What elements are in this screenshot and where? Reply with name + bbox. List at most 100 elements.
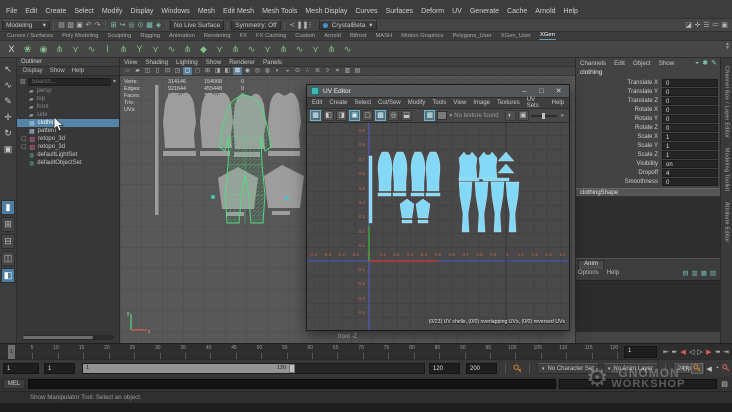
panel-toolbar-icon[interactable]: ▰ (133, 67, 142, 75)
filter-icon[interactable]: ▧ (20, 78, 26, 85)
attribute-label[interactable]: Rotate Z (576, 125, 662, 131)
gear-icon[interactable]: ✱ (702, 59, 708, 67)
search-input[interactable] (27, 77, 111, 86)
uv-toolbar-icon[interactable]: ▦ (310, 110, 321, 121)
uv-display-icon[interactable]: ◐ (504, 110, 516, 121)
horizontal-scrollbar[interactable] (22, 335, 114, 340)
panel-menu-item[interactable]: Show (206, 59, 221, 66)
menu-item[interactable]: Deform (421, 8, 444, 15)
playback-start-field[interactable]: 1 (44, 363, 75, 374)
shelf-tab[interactable]: Bifrost (349, 32, 367, 40)
loop-icon[interactable]: ⟳ (683, 365, 689, 373)
live-surface-field[interactable]: No Live Surface (170, 20, 225, 30)
outliner-item[interactable]: ☐ ▦ pattern (17, 127, 119, 135)
playback-button[interactable]: ▷ (696, 348, 704, 356)
texture-display-icon[interactable]: ▦ (424, 110, 436, 121)
shelf-tool-icon[interactable]: ⋎ (260, 42, 275, 57)
layer-editor-tab[interactable]: Anim (578, 260, 604, 269)
new-scene-icon[interactable]: ▤ (57, 21, 66, 29)
panel-toolbar-icon[interactable]: ◫ (143, 67, 152, 75)
range-end-handle[interactable] (289, 364, 295, 373)
uv-toolbar-icon[interactable]: ◨ (336, 110, 347, 121)
attribute-label[interactable]: Smoothness (576, 179, 662, 185)
panel-toolbar-icon[interactable]: ▢ (183, 67, 192, 75)
close-button[interactable]: ✕ (552, 87, 565, 95)
uv-menu-item[interactable]: View (453, 100, 466, 106)
shelf-tool-icon[interactable]: X (4, 42, 19, 57)
range-slider-track[interactable]: 1 120 (82, 363, 425, 374)
playback-button[interactable]: ◁ (688, 348, 696, 356)
snap-to-projected-center-icon[interactable]: ⊙ (136, 21, 145, 29)
shelf-tool-icon[interactable]: ∿ (244, 42, 259, 57)
shelf-tab[interactable]: Rendering (203, 32, 232, 40)
layer-menu-item[interactable]: Help (607, 270, 619, 276)
playback-button[interactable]: ⇥ (722, 348, 730, 356)
shelf-tab[interactable]: MASH (374, 32, 393, 40)
panel-toolbar-icon[interactable]: ∴ (303, 67, 312, 75)
shelf-tab[interactable]: Curves / Surfaces (6, 32, 54, 40)
panel-toolbar-icon[interactable]: ▤ (353, 67, 362, 75)
uv-menu-item[interactable]: Select (354, 100, 371, 106)
shelf-tool-icon[interactable]: ⋎ (148, 42, 163, 57)
attribute-value-field[interactable]: 1 (662, 141, 718, 150)
attribute-value-field[interactable]: 0 (662, 114, 718, 123)
shelf-tool-icon[interactable]: ∿ (164, 42, 179, 57)
attribute-label[interactable]: Scale Y (576, 143, 662, 149)
playback-button[interactable]: ↞ (671, 348, 679, 356)
shelf-scroll-arrows[interactable]: ▲ ▼ (725, 42, 730, 51)
scale-tool[interactable]: ▣ (1, 142, 15, 156)
outliner-item[interactable]: ☐ ◍ defaultObjectSet (17, 159, 119, 167)
shape-node-header[interactable]: clothingShape (576, 188, 720, 197)
menu-item[interactable]: Edit Mesh (223, 8, 254, 15)
split-pane-layout[interactable]: ⊟ (1, 234, 15, 249)
outliner-menu-item[interactable]: Help (72, 68, 84, 74)
outliner-item[interactable]: ☐ ◍ defaultLightSet (17, 151, 119, 159)
move-tool[interactable]: ✛ (1, 110, 15, 124)
attribute-value-field[interactable]: 0 (662, 105, 718, 114)
chevron-down-icon[interactable]: ▾ (449, 112, 452, 119)
shelf-tool-icon[interactable]: ⋔ (180, 42, 195, 57)
script-editor-icon[interactable]: ▤ (720, 380, 729, 389)
panel-toolbar-icon[interactable]: ◨ (213, 67, 222, 75)
attribute-label[interactable]: Scale X (576, 134, 662, 140)
menu-item[interactable]: Cache (507, 8, 527, 15)
animation-preferences-icon[interactable]: ◔ (715, 365, 719, 372)
symmetry-field[interactable]: Symmetry: Off (231, 20, 281, 30)
select-tool[interactable]: ↖ (1, 62, 15, 76)
attribute-label[interactable]: Visibility (576, 161, 662, 167)
panel-toolbar-icon[interactable]: ◉ (243, 67, 252, 75)
chevron-down-icon[interactable]: ▾ (113, 78, 116, 85)
channel-menu-item[interactable]: Edit (614, 60, 625, 67)
panel-toolbar-icon[interactable]: ◧ (223, 67, 232, 75)
shelf-tab[interactable]: FX (239, 32, 248, 40)
shelf-tool-icon[interactable]: ❀ (20, 42, 35, 57)
shelf-tab[interactable]: XGen_User (500, 32, 532, 40)
shelf-tool-icon[interactable]: ∿ (84, 42, 99, 57)
attribute-value-field[interactable]: 0 (662, 96, 718, 105)
menu-item[interactable]: Modify (102, 8, 123, 15)
range-slider-bar[interactable]: 1 120 (83, 364, 295, 373)
outliner-item[interactable]: ☐ ▦ clothing (17, 119, 119, 127)
checkbox[interactable]: ☐ (21, 136, 26, 143)
animation-end-field[interactable]: 200 (466, 363, 497, 374)
time-slider[interactable]: 5 10 15 20 25 30 35 40 45 50 55 60 65 70 75 80 85 90 95 100… (0, 343, 732, 359)
single-pane-layout[interactable]: ▮ (1, 200, 15, 215)
outliner-menu-item[interactable]: Show (50, 68, 65, 74)
modeling-toolkit-icon[interactable]: ◪ (684, 21, 693, 29)
pause-icon[interactable]: ❚❚ (297, 21, 309, 29)
shelf-tab[interactable]: Custom (294, 32, 316, 40)
uv-menu-item[interactable]: Textures (497, 100, 520, 106)
shelf-tool-icon[interactable]: ⋔ (276, 42, 291, 57)
menu-item[interactable]: UV (452, 8, 462, 15)
panel-toolbar-icon[interactable]: ▥ (343, 67, 352, 75)
panel-menu-item[interactable]: Shading (145, 59, 168, 66)
playback-button[interactable]: ▶ (705, 348, 713, 356)
uv-toolbar-icon[interactable]: ▢ (362, 110, 373, 121)
panel-toolbar-icon[interactable]: ◊ (323, 67, 332, 75)
current-time-marker[interactable]: 1 (8, 345, 15, 359)
shelf-tool-icon[interactable]: ⋎ (212, 42, 227, 57)
uv-menu-item[interactable]: Image (473, 100, 490, 106)
sidebar-vertical-tab[interactable]: Modeling Toolkit (724, 148, 730, 191)
layer-icon[interactable]: ▥ (692, 269, 698, 277)
minimize-button[interactable]: – (518, 88, 531, 95)
